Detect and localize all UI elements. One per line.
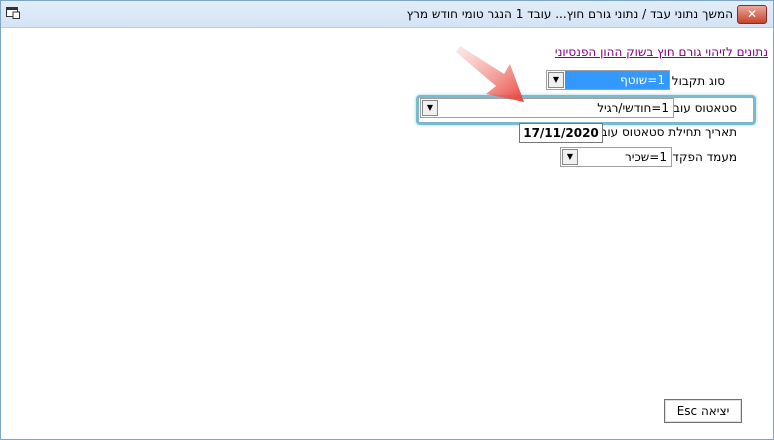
receipt-type-label: סוג תקבול — [671, 74, 725, 88]
form-area: נתונים לזיהוי גורם חוץ בשוק ההון הפנסיונ… — [1, 28, 773, 439]
deposit-position-value: 1=שכיר — [625, 150, 667, 164]
chevron-down-icon[interactable]: ▼ — [562, 149, 578, 165]
deposit-position-select[interactable]: ▼ 1=שכיר — [560, 147, 672, 167]
close-icon: ✕ — [746, 7, 758, 21]
status-start-date-field[interactable]: 17/11/2020 — [519, 123, 603, 143]
employee-status-value: 1=חודשי/רגיל — [597, 101, 669, 115]
receipt-type-value: 1=שוטף — [565, 71, 669, 89]
red-arrow-icon — [456, 46, 524, 102]
exit-button[interactable]: יציאה Esc — [664, 399, 742, 423]
status-start-date-label: תאריך תחילת סטאטוס עובד — [593, 125, 737, 139]
close-button[interactable]: ✕ — [737, 5, 767, 24]
receipt-type-select[interactable]: ▼ 1=שוטף — [546, 70, 670, 90]
section-link[interactable]: נתונים לזיהוי גורם חוץ בשוק ההון הפנסיונ… — [555, 45, 768, 59]
chevron-down-icon[interactable]: ▼ — [548, 72, 564, 88]
deposit-position-label: מעמד הפקדה — [664, 150, 737, 164]
title-bar: המשך נתוני עבד / נתוני גורם חוץ... עובד … — [1, 1, 773, 28]
employee-status-label: סטאטוס עובד — [666, 101, 737, 115]
window-title: המשך נתוני עבד / נתוני גורם חוץ... עובד … — [406, 7, 733, 21]
window-icon[interactable] — [6, 7, 20, 19]
chevron-down-icon[interactable]: ▼ — [422, 100, 438, 116]
dialog-window: המשך נתוני עבד / נתוני גורם חוץ... עובד … — [0, 0, 774, 440]
